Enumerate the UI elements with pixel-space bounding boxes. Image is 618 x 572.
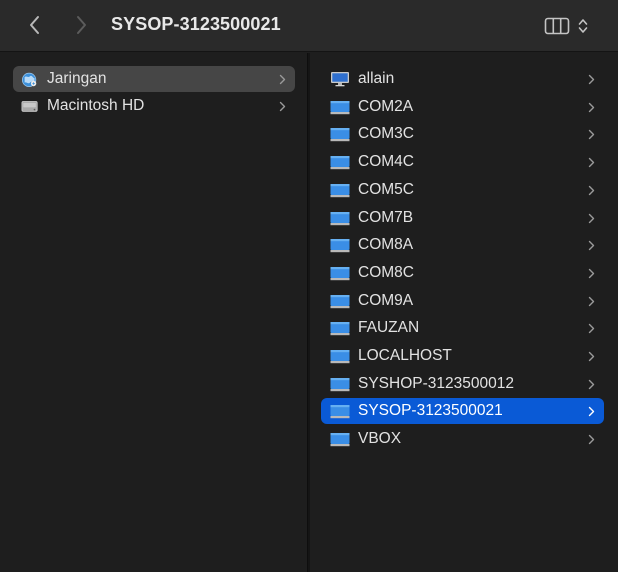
network-item[interactable]: COM8C: [321, 260, 604, 286]
column-item-label: Jaringan: [47, 70, 107, 87]
network-item[interactable]: COM5C: [321, 177, 604, 203]
network-item-label: LOCALHOST: [358, 347, 452, 364]
sidebar-column: [0, 53, 308, 572]
computer-icon: [330, 128, 350, 142]
network-item[interactable]: LOCALHOST: [321, 343, 604, 369]
view-options-button[interactable]: [544, 14, 594, 38]
network-item-label: COM2A: [358, 98, 414, 115]
computer-icon: [330, 101, 350, 115]
network-item-label: SYSOP-3123500021: [358, 402, 503, 419]
chevron-right-icon: [277, 98, 287, 114]
chevron-right-icon: [586, 182, 596, 198]
network-item[interactable]: COM8A: [321, 232, 604, 258]
network-item-label: allain: [358, 70, 395, 87]
chevron-right-icon: [277, 71, 287, 87]
forward-button[interactable]: [68, 12, 94, 38]
column-item-jaringan[interactable]: Jaringan: [13, 66, 295, 92]
computer-icon: [330, 184, 350, 198]
network-item[interactable]: COM3C: [321, 121, 604, 147]
chevron-left-icon: [30, 16, 39, 34]
column-item-label: Macintosh HD: [47, 97, 145, 114]
chevron-right-icon: [586, 71, 596, 87]
column-view-icon: [544, 17, 570, 35]
network-item[interactable]: COM9A: [321, 288, 604, 314]
chevron-right-icon: [586, 348, 596, 364]
network-item[interactable]: allain: [321, 66, 604, 92]
network-globe-icon: [21, 72, 37, 88]
back-button[interactable]: [22, 12, 48, 38]
chevron-up-down-icon: [578, 19, 588, 33]
chevron-right-icon: [586, 237, 596, 253]
window-title: SYSOP-3123500021: [111, 14, 281, 34]
chevron-right-icon: [77, 16, 86, 34]
chevron-right-icon: [586, 320, 596, 336]
network-item-label: COM7B: [358, 209, 414, 226]
network-item-label: VBOX: [358, 430, 402, 447]
hard-drive-icon: [21, 101, 38, 112]
computer-icon: [330, 239, 350, 253]
network-item[interactable]: VBOX: [321, 426, 604, 452]
computer-icon: [330, 350, 350, 364]
network-item[interactable]: COM7B: [321, 205, 604, 231]
network-item-label: COM3C: [358, 125, 414, 142]
chevron-right-icon: [586, 265, 596, 281]
computer-icon: [330, 212, 350, 226]
computer-icon: [330, 267, 350, 281]
chevron-right-icon: [586, 431, 596, 447]
network-item[interactable]: COM2A: [321, 94, 604, 120]
network-item-label: COM4C: [358, 153, 414, 170]
chevron-right-icon: [586, 126, 596, 142]
network-item[interactable]: SYSHOP-3123500012: [321, 371, 604, 397]
column-item-macintosh-hd[interactable]: Macintosh HD: [13, 93, 295, 119]
computer-icon: [330, 378, 350, 392]
network-item-label: COM8C: [358, 264, 414, 281]
network-item-label: SYSHOP-3123500012: [358, 375, 514, 392]
network-item-label: FAUZAN: [358, 319, 420, 336]
network-item[interactable]: SYSOP-3123500021: [321, 398, 604, 424]
toolbar: SYSOP-3123500021: [0, 0, 618, 52]
network-item[interactable]: COM4C: [321, 149, 604, 175]
computer-icon: [330, 405, 350, 419]
chevron-right-icon: [586, 376, 596, 392]
chevron-right-icon: [586, 403, 596, 419]
chevron-right-icon: [586, 293, 596, 309]
computer-icon: [331, 72, 349, 87]
network-item-label: COM5C: [358, 181, 414, 198]
chevron-right-icon: [586, 99, 596, 115]
computer-icon: [330, 295, 350, 309]
network-item-label: COM9A: [358, 292, 414, 309]
computer-icon: [330, 433, 350, 447]
network-item-label: COM8A: [358, 236, 414, 253]
computer-icon: [330, 156, 350, 170]
chevron-right-icon: [586, 210, 596, 226]
chevron-right-icon: [586, 154, 596, 170]
computer-icon: [330, 322, 350, 336]
network-item[interactable]: FAUZAN: [321, 315, 604, 341]
